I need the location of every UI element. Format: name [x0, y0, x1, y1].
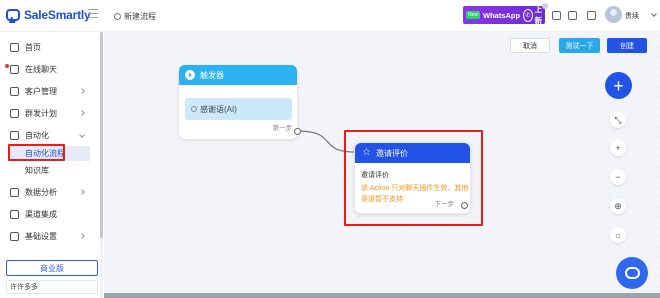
highlight-annotation [344, 130, 483, 226]
flow-canvas[interactable]: 取消 测试一下 创建 触发器 感谢语(AI) 第一步 ☆ 邀请评价 邀请评价 该 [104, 32, 660, 298]
whatsapp-promo-badge[interactable]: New WhatsApp ✆ 上新 [463, 3, 548, 25]
next-step-label: 第一步 [272, 125, 293, 132]
automation-icon [10, 130, 19, 140]
sidebar-item-label: 客户管理 [25, 86, 57, 96]
home-icon [10, 42, 19, 52]
zoom-in-icon[interactable]: + [610, 140, 626, 156]
sidebar-item-analytics[interactable]: 数据分析 [0, 183, 102, 201]
language-icon[interactable] [587, 11, 596, 20]
chat-icon [10, 64, 19, 74]
trigger-node[interactable]: 触发器 感谢语(AI) 第一步 [179, 65, 301, 139]
user-name[interactable]: 贵续 [625, 11, 639, 21]
settings-icon [10, 231, 19, 241]
avatar[interactable] [605, 6, 622, 23]
clock-icon [191, 106, 197, 112]
integration-icon [10, 209, 19, 219]
whatsapp-icon: ✆ [523, 8, 533, 22]
breadcrumb-title: 新建流程 [124, 12, 156, 21]
chevron-right-icon [79, 233, 85, 239]
chevron-down-icon[interactable] [651, 11, 657, 17]
brightness-icon[interactable]: ☼ [610, 227, 626, 243]
sidebar-item-label: 首页 [25, 42, 41, 52]
sidebar-scrollbar-thumb[interactable] [100, 32, 103, 238]
new-tag: New [466, 11, 481, 19]
sidebar-subitem-knowledge-base[interactable]: 知识库 [8, 163, 90, 178]
chevron-right-icon [79, 189, 85, 195]
zoom-out-icon[interactable]: − [610, 169, 626, 185]
app-window: SaleSmartly 新建流程 New WhatsApp ✆ 上新 贵续 首页 [0, 0, 660, 298]
breadcrumb: 新建流程 [114, 11, 156, 22]
badge-dot-icon [542, 3, 548, 9]
brand-name: SaleSmartly [24, 8, 91, 22]
sidebar-item-label: 在线聊天 [25, 64, 57, 74]
horizontal-scrollbar[interactable] [104, 293, 660, 298]
top-bar: SaleSmartly 新建流程 New WhatsApp ✆ 上新 贵续 [0, 0, 660, 32]
trigger-item[interactable]: 感谢语(AI) [185, 98, 292, 120]
sidebar-item-broadcast[interactable]: 群发计划 [0, 104, 102, 122]
unread-dot [5, 64, 9, 68]
trigger-node-title: 触发器 [200, 70, 224, 80]
chevron-right-icon [79, 110, 85, 116]
add-node-button[interactable]: + [605, 72, 632, 99]
brand-logo[interactable]: SaleSmartly [6, 7, 91, 23]
locate-icon[interactable]: ⊕ [610, 198, 626, 214]
users-icon [10, 86, 19, 96]
sidebar-item-label: 渠道集成 [25, 209, 57, 219]
whatsapp-label: WhatsApp [483, 10, 521, 20]
chart-icon [10, 187, 19, 197]
sidebar-item-home[interactable]: 首页 [0, 38, 102, 56]
play-icon [185, 70, 195, 80]
sidebar-item-label: 基础设置 [25, 231, 57, 241]
sidebar-item-settings[interactable]: 基础设置 [0, 227, 102, 245]
chat-support-button[interactable] [616, 257, 648, 289]
highlight-annotation [8, 144, 65, 161]
sidebar-item-integrations[interactable]: 渠道集成 [0, 205, 102, 223]
send-icon [10, 108, 19, 118]
output-port[interactable] [294, 128, 301, 135]
chat-bubble-icon [624, 267, 640, 279]
sidebar-item-customers[interactable]: 客户管理 [0, 82, 102, 100]
sidebar: 首页 在线聊天 客户管理 群发计划 自动化 自动化流程 知识库 数据分析 渠道集… [0, 32, 103, 298]
chevron-down-icon [79, 132, 85, 138]
sidebar-item-label: 自动化 [25, 130, 49, 140]
trigger-node-header: 触发器 [179, 65, 297, 85]
logo-icon [6, 9, 20, 21]
sidebar-item-automation[interactable]: 自动化 [0, 126, 102, 144]
chevron-right-icon [79, 88, 85, 94]
plan-button[interactable]: 商业版 [6, 260, 98, 276]
magic-wand-icon[interactable]: ⤡ [610, 112, 626, 128]
sidebar-item-label: 数据分析 [25, 187, 57, 197]
flow-icon [114, 13, 121, 20]
menu-collapse-icon[interactable] [88, 9, 98, 18]
notification-icon[interactable] [552, 11, 561, 20]
document-icon[interactable] [568, 11, 577, 20]
sidebar-item-label: 知识库 [25, 166, 49, 175]
sidebar-item-label: 群发计划 [25, 108, 57, 118]
sidebar-item-live-chat[interactable]: 在线聊天 [0, 60, 102, 78]
workspace-selector[interactable]: 许许多多 [6, 280, 98, 294]
trigger-item-label: 感谢语(AI) [200, 104, 237, 114]
